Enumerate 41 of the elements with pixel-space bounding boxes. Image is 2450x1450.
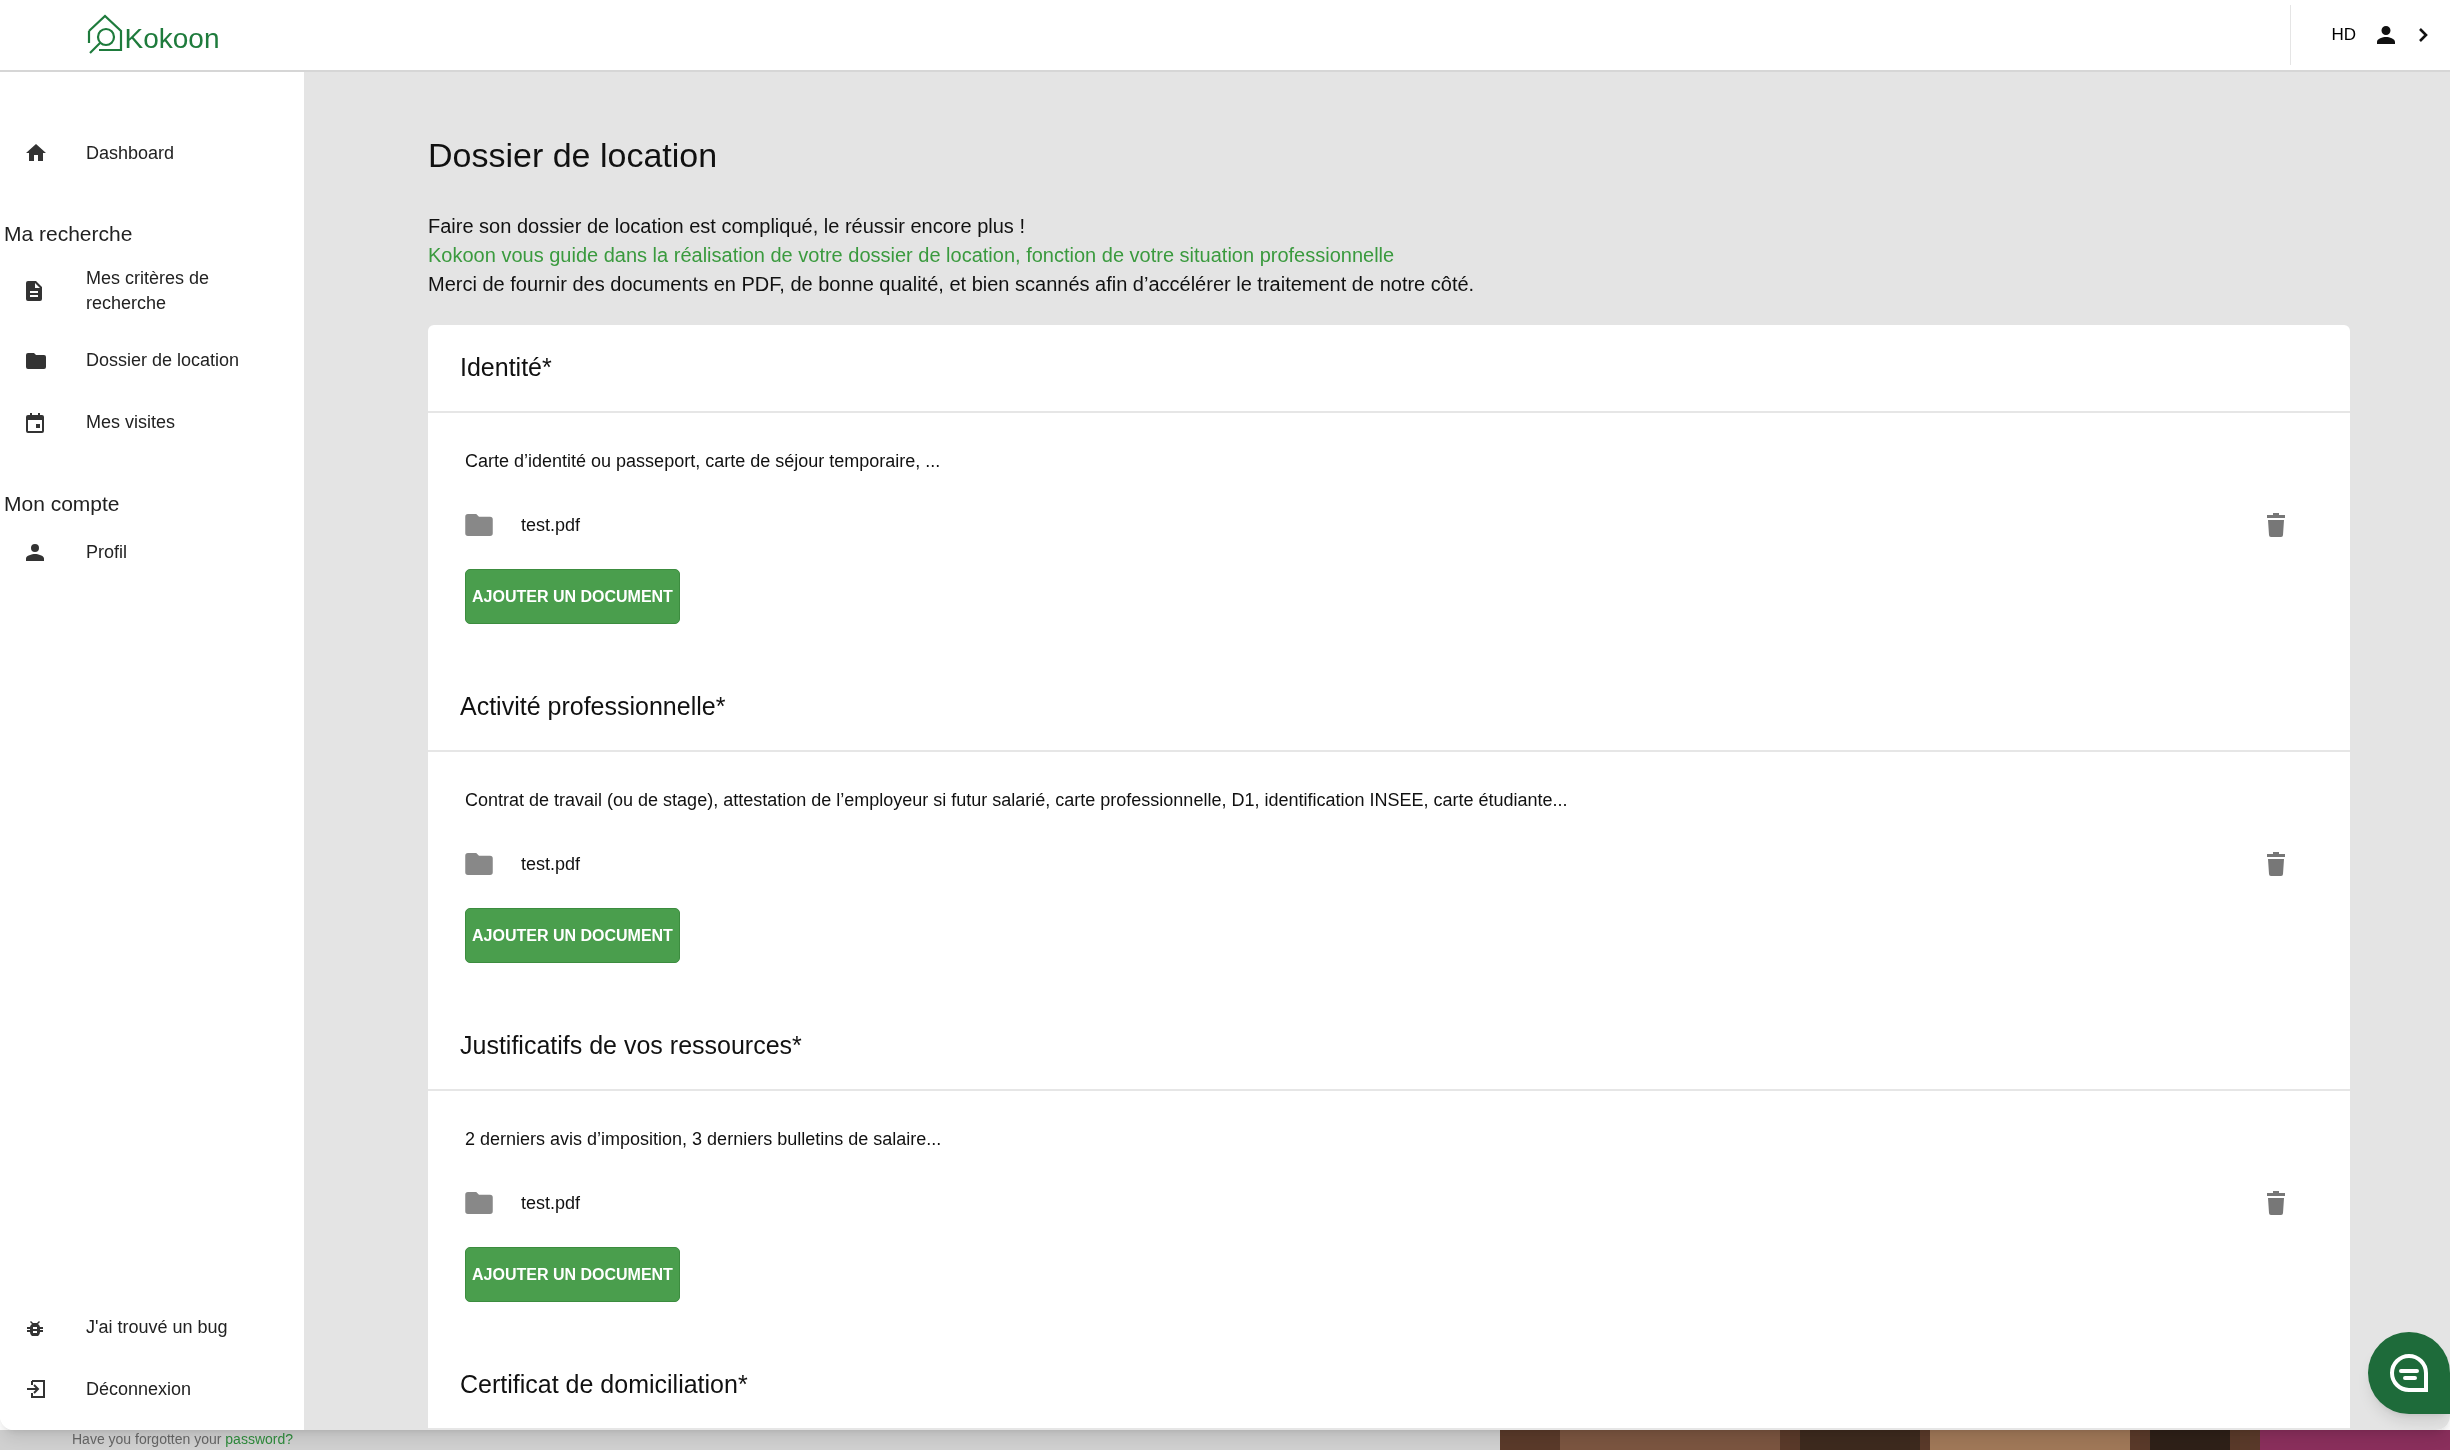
user-initials: HD xyxy=(2331,24,2356,47)
sidebar-item[interactable]: Mes critères de recherche xyxy=(0,251,304,330)
section-heading: Justificatifs de vos ressources* xyxy=(460,1030,802,1062)
section-description: Carte d’identité ou passeport, carte de séjour temporaire, ... xyxy=(465,450,942,473)
sidebar-item[interactable]: Mes visites xyxy=(0,391,304,454)
home-icon xyxy=(26,144,46,162)
section-heading: Activité professionnelle* xyxy=(460,691,726,723)
file-name[interactable]: test.pdf xyxy=(521,1189,581,1217)
intro-text: Merci de fournir des documents en PDF, de bonne qualité, et bien scannés afin d’accélérer le traitement de notre côté. xyxy=(428,272,1476,297)
trash-icon[interactable] xyxy=(2267,513,2285,537)
sidebar-item[interactable]: Dossier de location xyxy=(0,329,304,392)
background-text: Have you forgotten your xyxy=(72,1430,223,1448)
trash-icon[interactable] xyxy=(2267,852,2285,876)
sidebar-item[interactable]: Dashboard xyxy=(0,122,304,184)
person-icon xyxy=(26,543,44,561)
user-icon[interactable] xyxy=(2374,23,2398,47)
folder-icon xyxy=(465,853,493,875)
section-description: 2 derniers avis d’imposition, 3 derniers bulletins de salaire... xyxy=(465,1128,943,1151)
intro-text: Faire son dossier de location est compliqué, le réussir encore plus ! xyxy=(428,214,1026,239)
folder-icon xyxy=(465,514,493,536)
sidebar-item[interactable]: J'ai trouvé un bug xyxy=(0,1296,304,1358)
sidebar-heading: Mon compte xyxy=(3,490,121,517)
calendar-icon xyxy=(26,412,44,433)
sidebar-item[interactable]: Profil xyxy=(0,521,304,583)
folder-icon xyxy=(26,352,46,369)
section-heading: Certificat de domiciliation* xyxy=(460,1369,748,1401)
chat-icon xyxy=(2387,1351,2431,1395)
section-description: Contrat de travail (ou de stage), attestation de l’employeur si futur salarié, carte professionnelle, D1, identification INSEE, carte étudiante... xyxy=(465,789,1569,812)
sidebar-heading: Ma recherche xyxy=(3,221,134,247)
sidebar-item[interactable]: Déconnexion xyxy=(0,1358,304,1420)
file-name[interactable]: test.pdf xyxy=(521,511,581,539)
bug-icon xyxy=(26,1318,44,1336)
logout-icon xyxy=(26,1380,46,1398)
intro-text: Kokoon vous guide dans la réalisation de votre dossier de location, fonction de votre situation professionnelle xyxy=(428,243,1396,268)
file-name[interactable]: test.pdf xyxy=(521,850,581,878)
page-title: Dossier de location xyxy=(428,138,719,172)
logo-text[interactable]: Kokoon xyxy=(124,25,220,57)
folder-icon xyxy=(465,1192,493,1214)
section-heading: Identité* xyxy=(460,352,552,384)
trash-icon[interactable] xyxy=(2267,1191,2285,1215)
document-icon xyxy=(26,280,42,301)
